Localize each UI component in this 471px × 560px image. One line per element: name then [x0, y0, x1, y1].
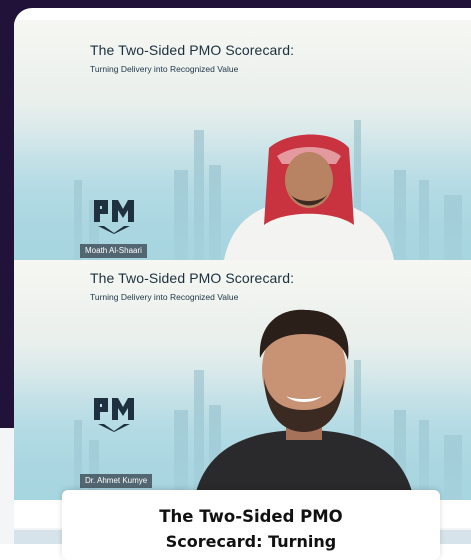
- slide-subtitle: Turning Delivery into Recognized Value: [90, 64, 239, 74]
- overlay-title: The Two-Sided PMO: [159, 507, 343, 526]
- video-tile-1[interactable]: The Two-Sided PMO Scorecard: Turning Del…: [14, 20, 471, 260]
- title-overlay-card[interactable]: The Two-Sided PMO Scorecard: Turning: [62, 490, 440, 560]
- video-call-card: The Two-Sided PMO Scorecard: Turning Del…: [14, 8, 471, 528]
- participant-name-tag: Dr. Ahmet Kumye: [80, 474, 153, 488]
- pm-logo-icon: [94, 200, 134, 234]
- participant-name-tag: Moath Al-Shaari: [80, 244, 147, 258]
- overlay-subtitle: Scorecard: Turning: [165, 532, 337, 551]
- participant-video: [194, 309, 414, 500]
- pm-logo-icon: [94, 398, 134, 432]
- video-tile-2[interactable]: The Two-Sided PMO Scorecard: Turning Del…: [14, 260, 471, 500]
- participant-video: [224, 134, 394, 260]
- slide-title: The Two-Sided PMO Scorecard:: [90, 42, 295, 58]
- slide-title: The Two-Sided PMO Scorecard:: [90, 270, 295, 286]
